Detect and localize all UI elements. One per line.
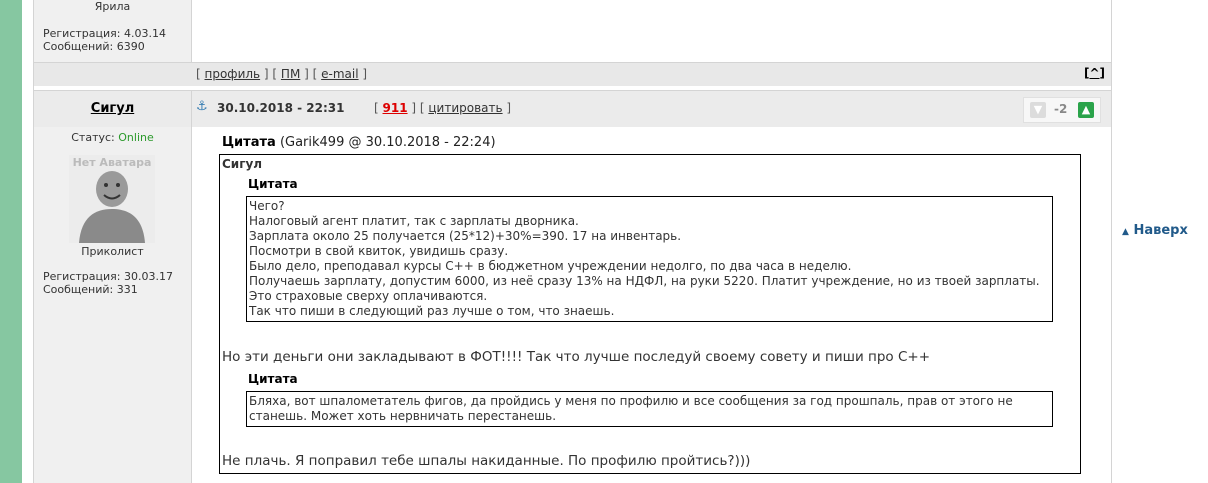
profile-link[interactable]: профиль [205,67,261,81]
arrow-up-icon: ▲ [1122,227,1129,237]
anchor-icon[interactable]: ⚓ [196,99,208,114]
prev-post-body [192,0,1111,62]
prev-post-messages: Сообщений: 6390 [43,40,145,53]
thumbs-up-icon[interactable]: ▲ [1078,102,1094,118]
vote-score: -2 [1054,102,1068,116]
quote-line: Зарплата около 25 получается (25*12)+30%… [249,229,682,243]
pm-link[interactable]: ПМ [281,67,300,81]
quote-header: Цитата (Garik499 @ 30.10.2018 - 22:24) [222,135,496,150]
second-quote-label: Цитата [248,372,298,386]
quote-line: Налоговый агент платит, так с зарплаты д… [249,214,579,228]
quote-line: Так что пиши в следующий раз лучше о том… [249,304,615,318]
prev-post-stats: Регистрация: 4.03.14 Сообщений: 6390 [43,27,166,53]
quote-header-meta: (Garik499 @ 30.10.2018 - 22:24) [279,135,496,150]
inner-quote-label: Цитата [248,177,298,191]
reply-text-1: Но эти деньги они закладывают в ФОТ!!!! … [222,349,931,365]
quote-link[interactable]: цитировать [428,101,502,115]
prev-post-footer: [ профиль ] [ ПМ ] [ e-mail ] [^] [34,62,1111,87]
inner-quote-box: Чего? Налоговый агент платит, так с зарп… [246,196,1053,322]
avatar-placeholder-text: Нет Аватара [72,156,152,169]
user-messages: Сообщений: 331 [43,283,138,296]
prev-post-links: [ профиль ] [ ПМ ] [ e-mail ] [196,67,368,81]
quote-line: Это страховые сверху оплачиваются. [249,289,488,303]
prev-post-registration: Регистрация: 4.03.14 [43,27,166,40]
post-body: Цитата (Garik499 @ 30.10.2018 - 22:24) С… [192,127,1111,483]
status-online: Online [118,131,154,144]
post-number-link[interactable]: 911 [383,101,408,115]
user-rank: Приколист [81,245,144,258]
reply-text-2: Не плачь. Я поправил тебе шпалы накиданн… [222,453,751,469]
post-header: Сигул ⚓ 30.10.2018 - 22:31 [ 911 ] [ цит… [34,90,1111,128]
to-top-label[interactable]: Наверх [1133,223,1187,238]
thumbs-down-icon[interactable]: ▼ [1030,102,1046,118]
scroll-top-button[interactable]: [^] [1084,66,1105,80]
quote-header-label: Цитата [222,135,276,150]
post-actions: [ 911 ] [ цитировать ] [374,101,512,115]
prev-post-author: Ярила [94,0,131,13]
quote-line: Бляха, вот шпалометатель фигов, да пройд… [249,394,1013,408]
quote-line: Посмотри в свой квиток, увидишь сразу. [249,244,509,258]
prev-post-sidebar: Ярила Регистрация: 4.03.14 Сообщений: 63… [34,0,192,62]
post-author: Сигул [34,101,191,116]
status-label: Статус: [71,131,115,144]
outer-quote-author: Сигул [222,157,263,171]
header-divider [191,91,192,127]
forum-topic-container: Ярила Регистрация: 4.03.14 Сообщений: 63… [33,0,1112,483]
post-author-link[interactable]: Сигул [91,101,134,116]
user-stats: Регистрация: 30.03.17 Сообщений: 331 [43,270,173,296]
user-registration: Регистрация: 30.03.17 [43,270,173,283]
quote-line: Чего? [249,199,285,213]
post-date: 30.10.2018 - 22:31 [217,101,345,115]
second-quote-box: Бляха, вот шпалометатель фигов, да пройд… [246,391,1053,427]
outer-quote-box: Сигул Цитата Чего? Налоговый агент плати… [219,154,1081,474]
quote-line: Получаешь зарплату, допустим 6000, из не… [249,274,1040,288]
post-sidebar: Статус: Online Нет Аватара Приколист Рег… [34,127,192,483]
email-link[interactable]: e-mail [321,67,358,81]
avatar: Нет Аватара [69,155,155,243]
user-status: Статус: Online [34,131,191,144]
left-accent-bar [0,0,22,483]
quote-line: станешь. Может хоть нервничать перестане… [249,409,557,423]
to-top-link[interactable]: ▲ Наверх [1122,223,1188,238]
vote-widget: ▼ -2 ▲ [1023,97,1101,123]
quote-line: Было дело, преподавал курсы С++ в бюджет… [249,259,852,273]
